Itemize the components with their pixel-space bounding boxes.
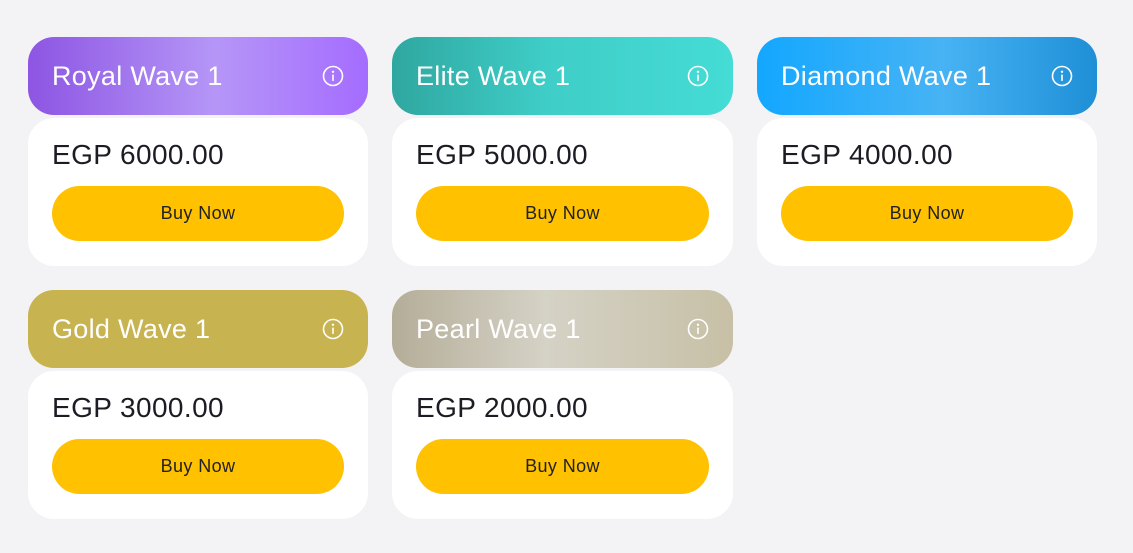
- info-icon[interactable]: [687, 65, 709, 87]
- package-header: Gold Wave 1: [28, 290, 368, 368]
- info-icon[interactable]: [687, 318, 709, 340]
- package-header: Royal Wave 1: [28, 37, 368, 115]
- buy-now-button[interactable]: Buy Now: [781, 186, 1073, 241]
- package-header: Diamond Wave 1: [757, 37, 1097, 115]
- package-title: Gold Wave 1: [52, 313, 211, 344]
- package-price: EGP 2000.00: [416, 392, 589, 423]
- package-body: EGP 5000.00 Buy Now: [392, 118, 733, 266]
- package-price: EGP 6000.00: [52, 139, 225, 170]
- package-title: Elite Wave 1: [416, 60, 571, 91]
- package-card-elite: Elite Wave 1 EGP 5000.00 Buy Now: [392, 37, 733, 266]
- package-body: EGP 2000.00 Buy Now: [392, 371, 733, 519]
- packages-grid: Royal Wave 1 EGP 6000.00 Buy Now Elite W…: [28, 37, 1097, 519]
- package-body: EGP 4000.00 Buy Now: [757, 118, 1097, 266]
- buy-now-button[interactable]: Buy Now: [52, 186, 344, 241]
- package-header: Elite Wave 1: [392, 37, 733, 115]
- info-icon[interactable]: [322, 318, 344, 340]
- package-card-gold: Gold Wave 1 EGP 3000.00 Buy Now: [28, 290, 368, 519]
- package-price: EGP 5000.00: [416, 139, 589, 170]
- package-body: EGP 6000.00 Buy Now: [28, 118, 368, 266]
- package-price: EGP 4000.00: [781, 139, 954, 170]
- package-price: EGP 3000.00: [52, 392, 225, 423]
- package-title: Diamond Wave 1: [781, 60, 992, 91]
- package-title: Royal Wave 1: [52, 60, 223, 91]
- info-icon[interactable]: [322, 65, 344, 87]
- package-card-pearl: Pearl Wave 1 EGP 2000.00 Buy Now: [392, 290, 733, 519]
- buy-now-button[interactable]: Buy Now: [416, 186, 709, 241]
- package-card-diamond: Diamond Wave 1 EGP 4000.00 Buy Now: [757, 37, 1097, 266]
- package-header: Pearl Wave 1: [392, 290, 733, 368]
- buy-now-button[interactable]: Buy Now: [416, 439, 709, 494]
- package-body: EGP 3000.00 Buy Now: [28, 371, 368, 519]
- buy-now-button[interactable]: Buy Now: [52, 439, 344, 494]
- package-card-royal: Royal Wave 1 EGP 6000.00 Buy Now: [28, 37, 368, 266]
- info-icon[interactable]: [1051, 65, 1073, 87]
- package-title: Pearl Wave 1: [416, 313, 581, 344]
